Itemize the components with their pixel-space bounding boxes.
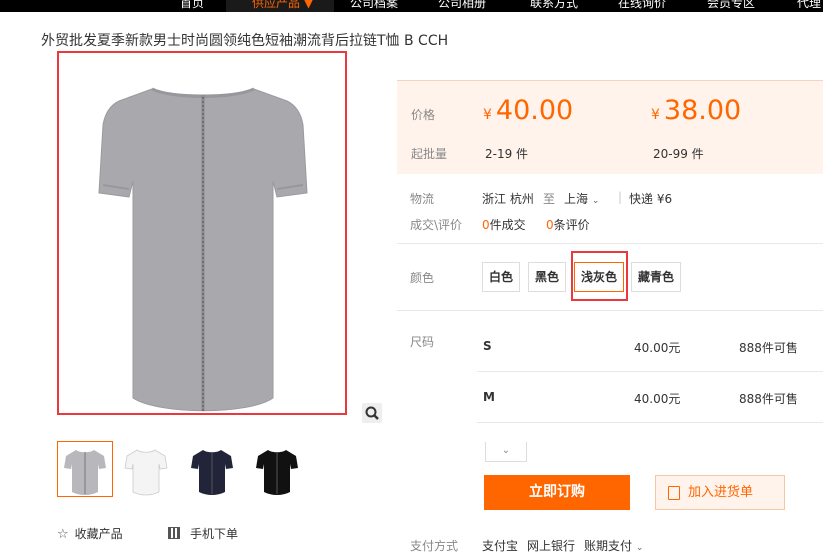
payment-bank: 网上银行	[527, 539, 576, 553]
tshirt-back-image	[98, 87, 308, 412]
expand-sizes-button[interactable]: ⌄	[485, 442, 527, 462]
color-option-navy[interactable]: 藏青色	[631, 262, 682, 292]
selection-highlight	[571, 251, 628, 301]
payment-credit[interactable]: 账期支付 ⌄	[584, 537, 643, 554]
tshirt-thumb-icon	[64, 450, 106, 495]
star-icon: ☆	[57, 527, 69, 542]
size-label: 尺码	[410, 335, 435, 349]
nav-item-products[interactable]: 供应产品 ▼	[252, 0, 313, 11]
to-word: 至	[543, 192, 556, 206]
nav-item-album[interactable]: 公司相册	[438, 0, 486, 11]
nav-item-agent[interactable]: 代理	[797, 0, 821, 11]
size-stock-m: 888件可售	[739, 392, 798, 406]
zoom-button[interactable]	[362, 403, 382, 423]
qty-tier-2: 20-99 件	[653, 147, 704, 161]
size-row-divider	[477, 371, 823, 372]
thumbnail-light-gray[interactable]	[57, 441, 113, 497]
chevron-down-icon: ⌄	[635, 543, 644, 553]
tshirt-thumb-icon	[191, 450, 233, 495]
shipping-fee: 快递 ¥6	[629, 192, 673, 206]
nav-item-profile[interactable]: 公司档案	[350, 0, 398, 11]
nav-item-inquiry[interactable]: 在线询价	[618, 0, 666, 11]
divider: |	[618, 190, 623, 204]
order-now-button[interactable]: 立即订购	[484, 475, 630, 510]
thumbnail-white[interactable]	[118, 441, 174, 497]
chevron-down-icon: ⌄	[501, 445, 511, 456]
divider-line	[397, 310, 823, 311]
deal-count[interactable]: 0件成交	[482, 216, 526, 233]
color-option-black[interactable]: 黑色	[528, 262, 567, 292]
favorite-product[interactable]: ☆ 收藏产品	[57, 525, 123, 542]
min-order-label: 起批量	[411, 147, 448, 161]
size-stock-s: 888件可售	[739, 341, 798, 355]
nav-item-home[interactable]: 首页	[180, 0, 204, 11]
size-price-s: 40.00元	[634, 341, 681, 355]
payment-label: 支付方式	[410, 539, 459, 553]
price-tier-2: ¥38.00	[651, 95, 742, 126]
nav-item-member[interactable]: 会员专区	[707, 0, 755, 11]
logistics-label: 物流	[410, 192, 435, 206]
top-nav: 首页 供应产品 ▼ 公司档案 公司相册 联系方式 在线询价 会员专区 代理	[0, 0, 823, 12]
product-title: 外贸批发夏季新款男士时尚圆领纯色短袖潮流背后拉链T恤 B CCH	[41, 33, 449, 49]
payment-alipay: 支付宝	[482, 539, 519, 553]
qty-tier-1: 2-19 件	[485, 147, 529, 161]
color-label: 颜色	[410, 271, 435, 285]
price-box: 价格 起批量 ¥40.00 2-19 件 ¥38.00 20-99 件	[397, 80, 823, 174]
ship-from: 浙江 杭州	[482, 192, 534, 206]
thumbnail-navy[interactable]	[184, 441, 240, 497]
size-price-m: 40.00元	[634, 392, 681, 406]
qrcode-icon	[168, 527, 180, 539]
magnifier-icon	[365, 406, 379, 420]
color-option-white[interactable]: 白色	[482, 262, 521, 292]
add-to-cart-button[interactable]: 加入进货单	[655, 475, 785, 510]
tshirt-thumb-icon	[124, 449, 168, 496]
nav-item-contact[interactable]: 联系方式	[530, 0, 578, 11]
price-tier-1: ¥40.00	[483, 95, 574, 126]
mobile-order[interactable]: 手机下单	[168, 525, 238, 542]
chevron-down-icon: ⌄	[591, 196, 600, 206]
size-row-divider	[477, 422, 823, 423]
divider-line	[397, 243, 823, 244]
thumbnail-black[interactable]	[249, 441, 305, 497]
review-count[interactable]: 0条评价	[546, 216, 590, 233]
deals-label: 成交\评价	[410, 218, 463, 232]
size-name-s: S	[483, 339, 492, 353]
ship-to-select[interactable]: 上海 ⌄	[564, 190, 599, 207]
size-name-m: M	[483, 390, 495, 404]
price-label: 价格	[411, 108, 436, 122]
clipboard-icon	[668, 485, 680, 500]
tshirt-thumb-icon	[256, 450, 298, 495]
main-product-image[interactable]	[57, 51, 347, 415]
